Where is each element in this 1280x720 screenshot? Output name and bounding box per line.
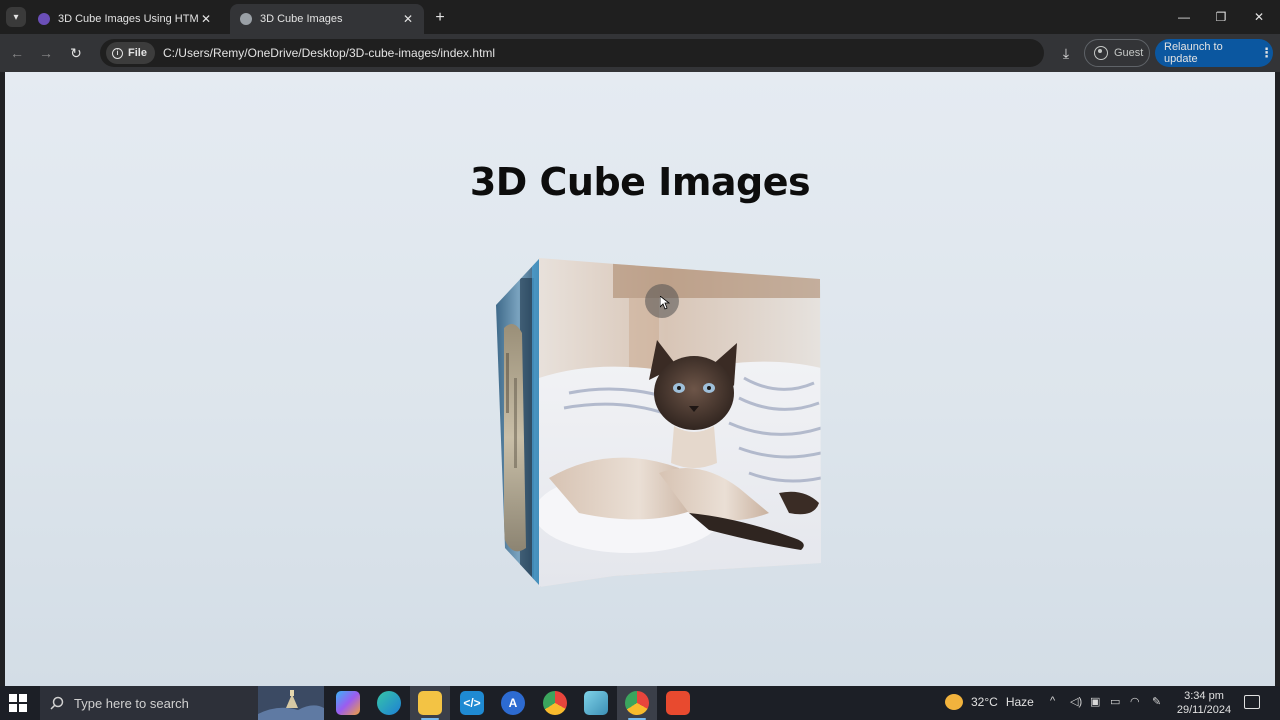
wifi-icon[interactable]: ◠	[1130, 695, 1140, 708]
profile-label: Guest	[1114, 47, 1144, 59]
url-text[interactable]: C:/Users/Remy/OneDrive/Desktop/3D-cube-i…	[163, 46, 495, 60]
site-favicon-icon	[38, 13, 50, 25]
taskbar: Type here to search </> A 32°C Haze ^ ◁)…	[0, 686, 1280, 720]
weather-condition: Haze	[1005, 695, 1034, 709]
search-placeholder: Type here to search	[74, 695, 189, 711]
tray-chevron-icon[interactable]: ^	[1050, 695, 1055, 707]
clock-date: 29/11/2024	[1176, 704, 1232, 716]
tab-title: 3D Cube Images	[260, 13, 343, 25]
search-icon	[50, 696, 64, 710]
new-tab-button[interactable]: +	[430, 8, 450, 28]
restore-button[interactable]: ❐	[1202, 0, 1240, 34]
close-tab-icon[interactable]: ✕	[400, 11, 416, 27]
taskbar-search-input[interactable]: Type here to search	[40, 686, 324, 720]
chevron-down-icon: ▾	[13, 11, 19, 23]
security-icon[interactable]: ▣	[1090, 695, 1100, 708]
copilot-icon[interactable]	[336, 691, 360, 715]
start-button[interactable]	[6, 692, 30, 714]
back-button[interactable]: ←	[7, 43, 27, 63]
forward-button[interactable]: →	[36, 43, 56, 63]
clock-time: 3:34 pm	[1184, 690, 1224, 702]
tab-title: 3D Cube Images Using HTML, C	[58, 13, 198, 25]
tabby-cat-image	[496, 258, 541, 587]
chrome-canary-icon[interactable]	[543, 691, 567, 715]
mouse-pointer-icon	[660, 296, 670, 310]
pen-icon[interactable]: ✎	[1152, 695, 1161, 708]
system-clock[interactable]: 3:34 pm 29/11/2024	[1176, 689, 1232, 717]
siamese-cat-image	[539, 258, 821, 587]
scheme-label: File	[128, 47, 147, 59]
close-window-button[interactable]: ✕	[1240, 0, 1278, 34]
download-icon[interactable]: ⤓	[1056, 43, 1076, 63]
address-bar[interactable]: i File C:/Users/Remy/OneDrive/Desktop/3D…	[100, 39, 1044, 67]
notepad-icon[interactable]	[584, 691, 608, 715]
app-installer-icon[interactable]: A	[501, 691, 525, 715]
reload-button[interactable]: ↻	[66, 43, 86, 63]
more-menu-icon[interactable]: ⋮	[1260, 45, 1273, 61]
site-info-chip[interactable]: i File	[106, 42, 155, 64]
relaunch-label: Relaunch to update	[1164, 41, 1223, 65]
tab-strip: ▾ 3D Cube Images Using HTML, C ✕ 3D Cube…	[0, 0, 1280, 34]
browser-toolbar: ← → ↻ i File C:/Users/Remy/OneDrive/Desk…	[0, 34, 1280, 72]
red-app-icon[interactable]	[666, 691, 690, 715]
page-title: 3D Cube Images	[469, 160, 811, 204]
edge-icon[interactable]	[377, 691, 401, 715]
minimize-button[interactable]: —	[1165, 0, 1203, 34]
cube-side-face	[496, 258, 541, 587]
volume-icon[interactable]: ◁)	[1070, 695, 1082, 708]
avatar-icon	[1094, 46, 1108, 60]
info-icon: i	[112, 47, 123, 59]
windows-logo-icon	[9, 694, 27, 712]
tab-search-button[interactable]: ▾	[6, 7, 26, 27]
close-tab-icon[interactable]: ✕	[198, 11, 214, 27]
page-viewport: 3D Cube Images	[5, 72, 1275, 686]
notification-icon[interactable]	[1244, 695, 1260, 709]
globe-icon	[240, 13, 252, 25]
hazy-sun-icon	[945, 694, 963, 710]
file-explorer-icon[interactable]	[418, 691, 442, 715]
vscode-icon[interactable]: </>	[460, 691, 484, 715]
weather-temperature: 32°C	[971, 695, 998, 709]
tab-3d-cube-tutorial[interactable]: 3D Cube Images Using HTML, C ✕	[28, 4, 222, 34]
relaunch-button[interactable]: Relaunch to update ⋮	[1155, 39, 1273, 67]
search-highlight-illustration	[258, 686, 324, 720]
tab-3d-cube-images[interactable]: 3D Cube Images ✕	[230, 4, 424, 34]
weather-widget[interactable]: 32°C Haze	[945, 694, 1034, 710]
battery-icon[interactable]: ▭	[1110, 695, 1120, 708]
chrome-icon[interactable]	[625, 691, 649, 715]
profile-button[interactable]: Guest	[1084, 39, 1150, 67]
cube-front-face	[539, 258, 821, 587]
